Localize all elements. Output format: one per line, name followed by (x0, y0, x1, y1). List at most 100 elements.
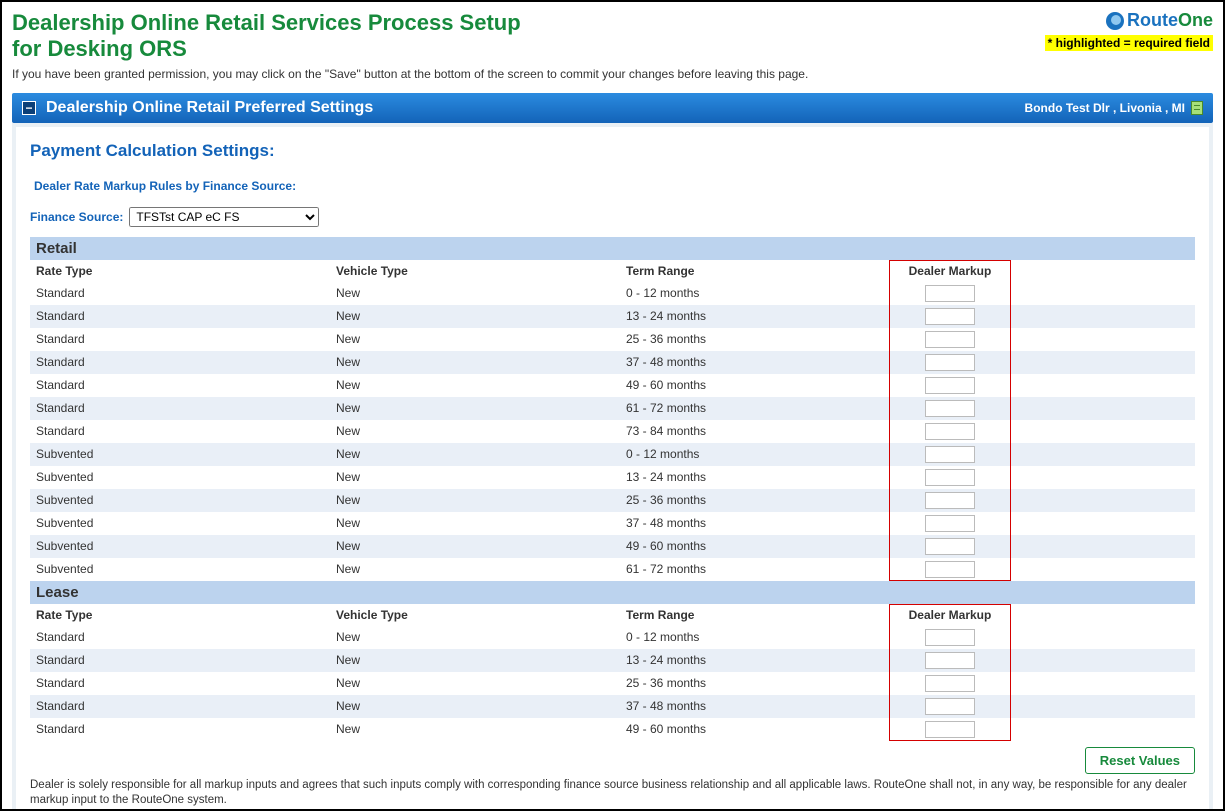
th-rest (1010, 604, 1195, 626)
table-row: SubventedNew37 - 48 months (30, 512, 1195, 535)
cell-rate: Standard (30, 420, 330, 443)
cell-rest (1010, 672, 1195, 695)
dealer-markup-input[interactable] (925, 652, 975, 669)
th-rate: Rate Type (30, 260, 330, 282)
cell-rate: Subvented (30, 489, 330, 512)
cell-vtype: New (330, 535, 620, 558)
cell-dm (890, 489, 1010, 512)
cell-vtype: New (330, 305, 620, 328)
table-row: StandardNew49 - 60 months (30, 718, 1195, 741)
cell-term: 49 - 60 months (620, 718, 890, 741)
cell-vtype: New (330, 489, 620, 512)
dealer-markup-input[interactable] (925, 515, 975, 532)
rules-label: Dealer Rate Markup Rules by Finance Sour… (34, 179, 1195, 193)
cell-term: 49 - 60 months (620, 374, 890, 397)
cell-term: 25 - 36 months (620, 328, 890, 351)
cell-rate: Subvented (30, 558, 330, 581)
finance-source-label: Finance Source: (30, 210, 123, 224)
cell-rest (1010, 443, 1195, 466)
table-row: StandardNew25 - 36 months (30, 328, 1195, 351)
th-rate: Rate Type (30, 604, 330, 626)
dealer-markup-input[interactable] (925, 629, 975, 646)
cell-term: 0 - 12 months (620, 626, 890, 649)
table-row: StandardNew0 - 12 months (30, 626, 1195, 649)
dealer-markup-input[interactable] (925, 285, 975, 302)
dealer-markup-input[interactable] (925, 331, 975, 348)
dealer-markup-input[interactable] (925, 400, 975, 417)
cell-term: 13 - 24 months (620, 305, 890, 328)
dealer-markup-input[interactable] (925, 721, 975, 738)
cell-term: 37 - 48 months (620, 351, 890, 374)
cell-rate: Subvented (30, 443, 330, 466)
cell-term: 73 - 84 months (620, 420, 890, 443)
required-hint: * highlighted = required field (1045, 35, 1213, 51)
section-title: Payment Calculation Settings: (30, 141, 1195, 161)
page-note: If you have been granted permission, you… (12, 67, 1213, 81)
logo-swirl-icon (1106, 12, 1124, 30)
cell-dm (890, 695, 1010, 718)
dealer-markup-input[interactable] (925, 446, 975, 463)
cell-dm (890, 512, 1010, 535)
cell-dm (890, 558, 1010, 581)
cell-dm (890, 535, 1010, 558)
dealer-markup-input[interactable] (925, 675, 975, 692)
cell-vtype: New (330, 626, 620, 649)
collapse-icon[interactable]: − (22, 101, 36, 115)
cell-dm (890, 718, 1010, 741)
dealer-markup-input[interactable] (925, 377, 975, 394)
panel-header: − Dealership Online Retail Preferred Set… (12, 93, 1213, 123)
page-title: Dealership Online Retail Services Proces… (12, 10, 532, 63)
cell-rate: Subvented (30, 466, 330, 489)
cell-rest (1010, 466, 1195, 489)
th-dm: Dealer Markup (890, 604, 1010, 626)
table-row: StandardNew13 - 24 months (30, 649, 1195, 672)
cell-rest (1010, 282, 1195, 305)
dealer-markup-input[interactable] (925, 354, 975, 371)
reset-values-button[interactable]: Reset Values (1085, 747, 1195, 774)
dealer-markup-input[interactable] (925, 308, 975, 325)
cell-vtype: New (330, 351, 620, 374)
finance-source-select[interactable]: TFSTst CAP eC FS (129, 207, 319, 227)
cell-vtype: New (330, 558, 620, 581)
cell-rate: Standard (30, 282, 330, 305)
cell-rate: Standard (30, 305, 330, 328)
cell-dm (890, 328, 1010, 351)
cell-dm (890, 282, 1010, 305)
cell-vtype: New (330, 466, 620, 489)
cell-dm (890, 443, 1010, 466)
dealer-markup-input[interactable] (925, 492, 975, 509)
cell-rate: Standard (30, 649, 330, 672)
cell-rate: Standard (30, 626, 330, 649)
dealer-markup-input[interactable] (925, 423, 975, 440)
markup-table: Rate TypeVehicle TypeTerm RangeDealer Ma… (30, 604, 1195, 741)
table-row: StandardNew61 - 72 months (30, 397, 1195, 420)
cell-term: 13 - 24 months (620, 649, 890, 672)
cell-dm (890, 351, 1010, 374)
dealer-markup-input[interactable] (925, 538, 975, 555)
cell-term: 25 - 36 months (620, 672, 890, 695)
dealer-markup-input[interactable] (925, 698, 975, 715)
cell-vtype: New (330, 443, 620, 466)
cell-vtype: New (330, 672, 620, 695)
cell-vtype: New (330, 718, 620, 741)
cell-rest (1010, 535, 1195, 558)
disclaimer: Dealer is solely responsible for all mar… (30, 778, 1195, 811)
th-dm: Dealer Markup (890, 260, 1010, 282)
dealer-markup-input[interactable] (925, 469, 975, 486)
cell-rest (1010, 558, 1195, 581)
cell-rate: Standard (30, 397, 330, 420)
cell-rate: Subvented (30, 535, 330, 558)
document-icon[interactable] (1191, 101, 1203, 115)
cell-term: 49 - 60 months (620, 535, 890, 558)
cell-rest (1010, 420, 1195, 443)
cell-rate: Standard (30, 374, 330, 397)
cell-vtype: New (330, 374, 620, 397)
th-term: Term Range (620, 260, 890, 282)
cell-vtype: New (330, 695, 620, 718)
markup-table: Rate TypeVehicle TypeTerm RangeDealer Ma… (30, 260, 1195, 581)
cell-dm (890, 649, 1010, 672)
logo-route: Route (1127, 10, 1178, 31)
table-row: StandardNew0 - 12 months (30, 282, 1195, 305)
cell-vtype: New (330, 420, 620, 443)
dealer-markup-input[interactable] (925, 561, 975, 578)
